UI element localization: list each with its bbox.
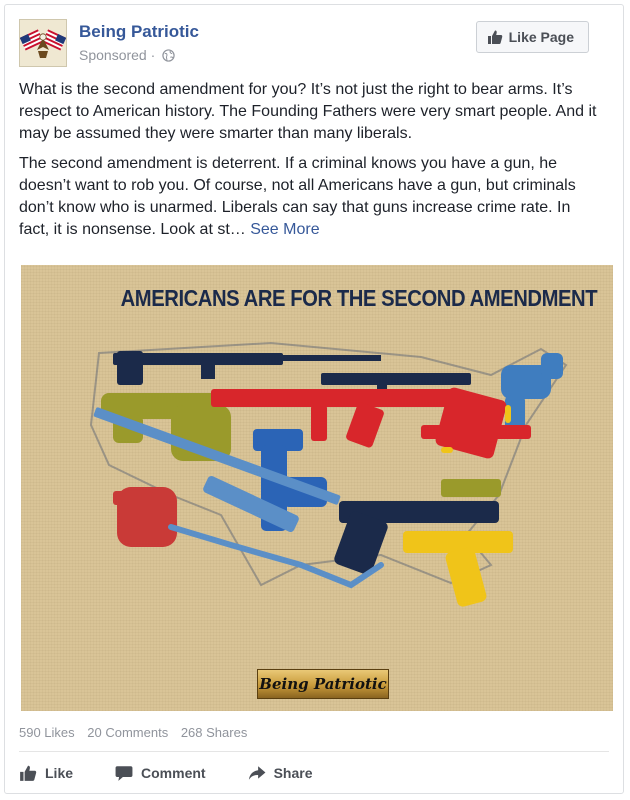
comment-label: Comment	[141, 765, 206, 781]
sponsored-label: Sponsored ·	[79, 47, 175, 63]
shares-count[interactable]: 268 Shares	[181, 725, 248, 740]
page-name-link[interactable]: Being Patriotic	[79, 22, 199, 42]
us-map-of-guns-illustration	[89, 341, 568, 607]
page-avatar[interactable]	[19, 19, 67, 67]
post-image[interactable]: AMERICANS ARE FOR THE SECOND AMENDMENT B…	[21, 265, 613, 711]
post-text: What is the second amendment for you? It…	[19, 79, 604, 249]
american-flags-eagle-icon	[19, 20, 67, 66]
post-paragraph: What is the second amendment for you? It…	[19, 81, 597, 142]
post-paragraph: The second amendment is deterrent. If a …	[19, 153, 604, 241]
like-page-label: Like Page	[508, 29, 574, 45]
post-actions: Like Comment Share	[19, 759, 355, 787]
actions-divider	[19, 751, 609, 752]
share-label: Share	[273, 765, 313, 781]
comment-bubble-icon	[115, 766, 133, 781]
like-page-button[interactable]: Like Page	[475, 21, 589, 53]
share-arrow-icon	[248, 766, 266, 780]
image-banner: Being Patriotic	[257, 669, 389, 699]
see-more-link[interactable]: See More	[250, 221, 319, 238]
sponsored-post-card: Being Patriotic Sponsored · Like Page Wh…	[4, 4, 624, 794]
thumbs-up-icon	[487, 30, 502, 44]
comment-button[interactable]: Comment	[115, 759, 206, 787]
engagement-stats: 590 Likes 20 Comments 268 Shares	[19, 725, 256, 740]
sponsored-text: Sponsored ·	[79, 47, 156, 63]
like-label: Like	[45, 765, 74, 781]
globe-icon[interactable]	[162, 49, 175, 62]
comments-count[interactable]: 20 Comments	[87, 725, 168, 740]
thumbs-up-icon	[20, 765, 37, 781]
likes-count[interactable]: 590 Likes	[19, 725, 75, 740]
post-header: Being Patriotic Sponsored · Like Page	[19, 19, 609, 69]
like-button[interactable]: Like	[19, 759, 73, 787]
share-button[interactable]: Share	[248, 759, 313, 787]
